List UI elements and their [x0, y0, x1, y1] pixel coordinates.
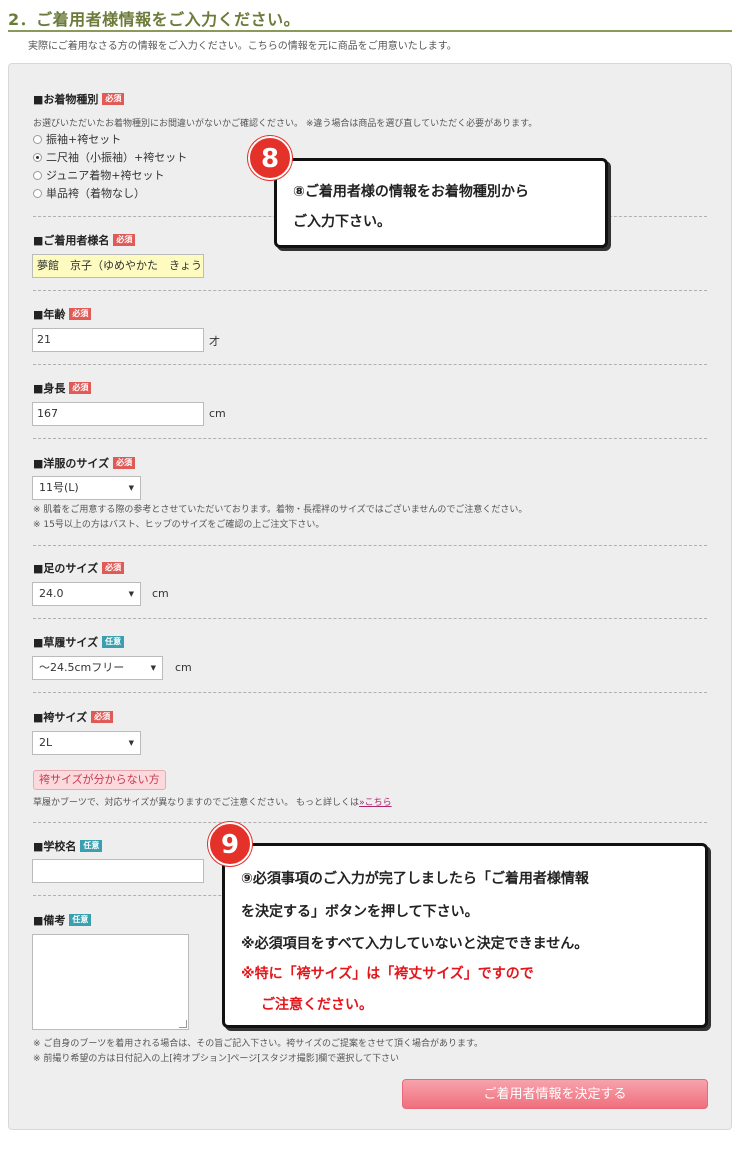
wearer-name-label-text: ■ご着用者様名	[33, 234, 110, 247]
foot-size-select[interactable]: 24.0 ▼	[32, 582, 141, 606]
hakama-size-note: 草履かブーツで、対応サイズが異なりますのでご注意ください。 もっと詳しくは»こち…	[33, 795, 392, 808]
kimono-type-option[interactable]: ジュニア着物+袴セット	[33, 167, 164, 183]
divider	[33, 290, 707, 291]
callout-line: を決定する」ボタンを押して下さい。	[241, 904, 479, 920]
step-number-badge-9: 9	[208, 822, 252, 866]
callout-line: ご入力下さい。	[293, 214, 391, 230]
divider	[33, 692, 707, 693]
submit-wearer-info-button[interactable]: ご着用者情報を決定する	[402, 1079, 708, 1109]
hakama-size-value: 2L	[39, 736, 53, 749]
radio-button[interactable]	[33, 188, 42, 198]
resize-handle-icon[interactable]	[179, 1020, 187, 1028]
radio-label: ジュニア着物+袴セット	[46, 169, 165, 182]
school-name-input[interactable]	[32, 859, 204, 883]
remarks-label: ■備考 任意	[33, 912, 92, 928]
divider	[33, 545, 707, 546]
divider	[33, 822, 707, 823]
foot-size-label-text: ■足のサイズ	[33, 562, 99, 575]
height-input[interactable]: 167	[32, 402, 204, 426]
hakama-size-detail-link[interactable]: »こちら	[359, 798, 392, 808]
foot-size-label: ■足のサイズ 必須	[33, 560, 125, 576]
age-label-text: ■年齢	[33, 308, 66, 321]
callout-line: ※必須項目をすべて入力していないと決定できません。	[241, 936, 589, 952]
radio-button[interactable]	[33, 134, 42, 144]
clothing-size-note: ※ 15号以上の方はバスト、ヒップのサイズをご確認の上ご注文下さい。	[33, 520, 325, 530]
age-label: ■年齢 必須	[33, 306, 92, 322]
instruction-callout-8: ⑧ご着用者様の情報をお着物種別から ご入力下さい。	[274, 158, 608, 248]
optional-badge: 任意	[69, 914, 92, 926]
clothing-size-select[interactable]: 11号(L) ▼	[32, 476, 141, 500]
remarks-textarea[interactable]	[32, 934, 189, 1030]
radio-label: 単品袴（着物なし）	[46, 187, 145, 200]
hakama-size-note-text: 草履かブーツで、対応サイズが異なりますのでご注意ください。 もっと詳しくは	[33, 798, 360, 808]
chevron-down-icon: ▼	[128, 739, 134, 747]
section-title: 2．ご着用者様情報をご入力ください。	[8, 10, 301, 29]
remarks-note: ※ ご自身のブーツを着用される場合は、その旨ご記入下さい。袴サイズのご提案をさせ…	[33, 1039, 484, 1049]
zori-size-unit: cm	[175, 661, 192, 674]
age-unit: 才	[209, 335, 220, 348]
clothing-size-note: ※ 肌着をご用意する際の参考とさせていただいております。着物・長襦袢のサイズでは…	[33, 505, 528, 515]
remarks-label-text: ■備考	[33, 914, 66, 927]
radio-button[interactable]	[33, 170, 42, 180]
kimono-type-label-text: ■お着物種別	[33, 93, 99, 106]
callout-warning-line: ※特に「袴サイズ」は「袴丈サイズ」ですので	[241, 966, 534, 982]
divider	[33, 618, 707, 619]
zori-size-label: ■草履サイズ 任意	[33, 634, 125, 650]
divider	[33, 364, 707, 365]
remarks-note: ※ 前撮り希望の方は日付記入の上[袴オプション]ページ[スタジオ撮影]欄で選択し…	[33, 1054, 399, 1064]
clothing-size-label-text: ■洋服のサイズ	[33, 457, 110, 470]
required-badge: 必須	[113, 234, 136, 246]
title-divider	[8, 30, 732, 32]
callout-line: ⑧ご着用者様の情報をお着物種別から	[293, 184, 529, 200]
height-label-text: ■身長	[33, 382, 66, 395]
chevron-down-icon: ▼	[150, 664, 156, 672]
height-unit: cm	[209, 407, 226, 420]
chevron-down-icon: ▼	[128, 484, 134, 492]
section-intro: 実際にご着用なさる方の情報をご入力ください。こちらの情報を元に商品をご用意いたし…	[28, 41, 457, 52]
school-name-label-text: ■学校名	[33, 840, 77, 853]
kimono-type-option[interactable]: 単品袴（着物なし）	[33, 185, 145, 201]
kimono-type-label: ■お着物種別 必須	[33, 91, 125, 107]
required-badge: 必須	[69, 308, 92, 320]
radio-button-selected[interactable]	[33, 152, 42, 162]
optional-badge: 任意	[80, 840, 103, 852]
hakama-size-label-text: ■袴サイズ	[33, 711, 88, 724]
height-label: ■身長 必須	[33, 380, 92, 396]
clothing-size-label: ■洋服のサイズ 必須	[33, 455, 136, 471]
instruction-callout-9: ⑨必須事項のご入力が完了しましたら「ご着用者様情報 を決定する」ボタンを押して下…	[222, 843, 708, 1028]
required-badge: 必須	[69, 382, 92, 394]
zori-size-label-text: ■草履サイズ	[33, 636, 99, 649]
kimono-type-note: お選びいただいたお着物種別にお間違いがないかご確認ください。 ※違う場合は商品を…	[33, 119, 538, 129]
wearer-name-label: ■ご着用者様名 必須	[33, 232, 136, 248]
required-badge: 必須	[102, 562, 125, 574]
divider	[33, 438, 707, 439]
callout-line: ⑨必須事項のご入力が完了しましたら「ご着用者様情報	[241, 871, 589, 887]
age-input[interactable]: 21	[32, 328, 204, 352]
chevron-down-icon: ▼	[128, 590, 134, 598]
required-badge: 必須	[113, 457, 136, 469]
hakama-size-label: ■袴サイズ 必須	[33, 709, 114, 725]
school-name-label: ■学校名 任意	[33, 838, 103, 854]
kimono-type-option[interactable]: 二尺袖（小振袖）+袴セット	[33, 149, 187, 165]
wearer-name-input[interactable]: 夢館 京子（ゆめやかた きょうこ）	[32, 254, 204, 278]
zori-size-select[interactable]: ～24.5cmフリー ▼	[32, 656, 163, 680]
radio-label: 振袖+袴セット	[46, 133, 122, 146]
optional-badge: 任意	[102, 636, 125, 648]
zori-size-value: ～24.5cmフリー	[39, 661, 125, 674]
hakama-size-help-button[interactable]: 袴サイズが分からない方	[33, 770, 166, 790]
step-number-badge-8: 8	[248, 136, 292, 180]
kimono-type-option[interactable]: 振袖+袴セット	[33, 131, 121, 147]
clothing-size-value: 11号(L)	[39, 481, 79, 494]
callout-warning-line: ご注意ください。	[261, 997, 373, 1013]
hakama-size-select[interactable]: 2L ▼	[32, 731, 141, 755]
radio-label: 二尺袖（小振袖）+袴セット	[46, 151, 188, 164]
required-badge: 必須	[91, 711, 114, 723]
foot-size-unit: cm	[152, 587, 169, 600]
required-badge: 必須	[102, 93, 125, 105]
foot-size-value: 24.0	[39, 587, 64, 600]
